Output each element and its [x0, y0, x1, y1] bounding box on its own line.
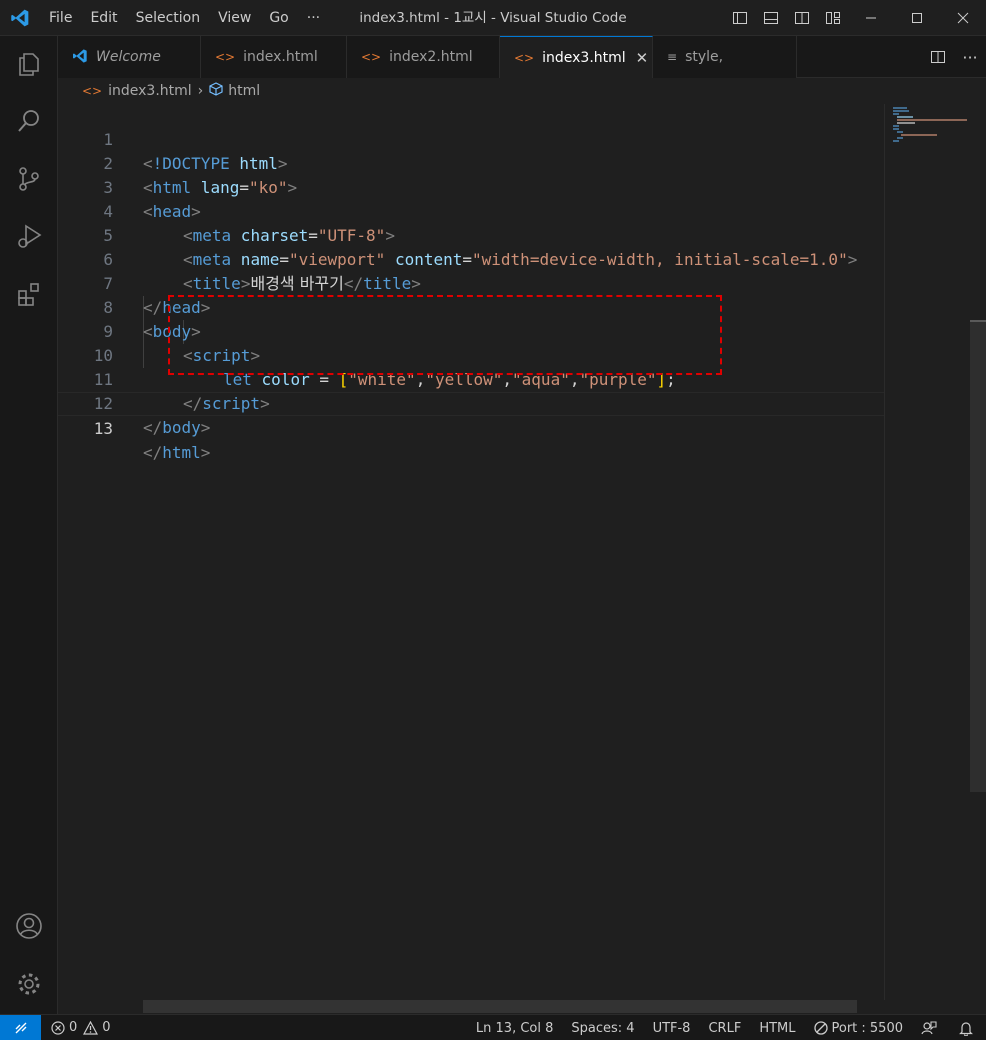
- code-line-4: 4 <meta charset="UTF-8">: [103, 202, 395, 245]
- cursor-position[interactable]: Ln 13, Col 8: [467, 1015, 562, 1040]
- code-line-2: 2 <html lang="ko">: [103, 154, 298, 197]
- live-server-port[interactable]: Port : 5500: [805, 1015, 913, 1040]
- code-editor[interactable]: 1 <!DOCTYPE html> 2 <html lang="ko"> 3 <…: [58, 104, 884, 1000]
- menu-more[interactable]: ···: [298, 0, 329, 36]
- css-file-icon: ≡: [667, 50, 678, 64]
- menu-file[interactable]: File: [40, 0, 81, 36]
- encoding[interactable]: UTF-8: [644, 1015, 700, 1040]
- code-line-7: 7 </head>: [103, 274, 211, 317]
- status-bar: 0 0 Ln 13, Col 8 Spaces: 4 UTF-8 CRLF HT…: [0, 1014, 986, 1040]
- html-file-icon: <>: [82, 84, 103, 98]
- explorer-icon[interactable]: [0, 39, 58, 89]
- tab-index3-html[interactable]: <> index3.html ✕: [500, 36, 653, 78]
- menu-selection[interactable]: Selection: [127, 0, 210, 36]
- tab-label: index2.html: [389, 49, 473, 65]
- code-line-5: 5 <meta name="viewport" content="width=d…: [103, 226, 858, 269]
- breadcrumb-symbol[interactable]: html: [228, 83, 260, 99]
- warning-count: 0: [102, 1020, 111, 1035]
- tab-label: style,: [685, 49, 724, 65]
- tab-index-html[interactable]: <> index.html: [201, 36, 347, 78]
- notifications-bell-icon[interactable]: [950, 1015, 986, 1040]
- circle-slash-icon: [813, 1021, 828, 1035]
- breadcrumb: <> index3.html › html: [58, 79, 884, 103]
- problems-indicator[interactable]: 0 0: [51, 1015, 120, 1040]
- minimize-icon[interactable]: [848, 0, 894, 36]
- tab-label: index.html: [243, 49, 318, 65]
- code-line-13: 13 </html>: [58, 392, 884, 462]
- activity-bar: [0, 36, 58, 1014]
- search-icon[interactable]: [0, 96, 58, 146]
- line-ending[interactable]: CRLF: [699, 1015, 750, 1040]
- vscode-logo-icon: [0, 0, 40, 36]
- close-window-icon[interactable]: [940, 0, 986, 36]
- remote-indicator-icon[interactable]: [0, 1014, 41, 1040]
- indentation[interactable]: Spaces: 4: [562, 1015, 643, 1040]
- horizontal-scrollbar[interactable]: [143, 1000, 857, 1013]
- account-icon[interactable]: [0, 901, 58, 951]
- code-line-1: 1 <!DOCTYPE html>: [103, 130, 288, 173]
- language-mode[interactable]: HTML: [750, 1015, 804, 1040]
- port-label: Port : 5500: [831, 1020, 904, 1036]
- tab-index2-html[interactable]: <> index2.html: [347, 36, 500, 78]
- tab-label: index3.html: [542, 49, 626, 66]
- vscode-logo-icon: [72, 48, 88, 67]
- chevron-right-icon: ›: [197, 83, 204, 99]
- extensions-icon[interactable]: [0, 269, 58, 319]
- menu-go[interactable]: Go: [260, 0, 297, 36]
- html-file-icon: <>: [514, 50, 535, 65]
- close-tab-icon[interactable]: ✕: [636, 49, 649, 67]
- tab-welcome[interactable]: Welcome: [58, 36, 201, 78]
- run-debug-icon[interactable]: [0, 211, 58, 261]
- minimap[interactable]: [884, 104, 970, 1000]
- split-editor-icon[interactable]: [922, 36, 954, 78]
- menu-view[interactable]: View: [209, 0, 260, 36]
- toggle-primary-sidebar-icon[interactable]: [724, 0, 755, 36]
- source-control-icon[interactable]: [0, 154, 58, 204]
- maximize-icon[interactable]: [894, 0, 940, 36]
- title-bar: File Edit Selection View Go ··· index3.h…: [0, 0, 986, 36]
- warning-icon: [83, 1020, 99, 1035]
- error-count: 0: [69, 1020, 78, 1035]
- tab-style-css[interactable]: ≡ style,: [653, 36, 797, 78]
- toggle-panel-icon[interactable]: [755, 0, 786, 36]
- more-actions-icon[interactable]: ···: [954, 36, 986, 78]
- breadcrumb-file[interactable]: index3.html: [108, 83, 192, 99]
- settings-gear-icon[interactable]: [0, 959, 58, 1009]
- html-file-icon: <>: [361, 50, 382, 64]
- menu-bar: File Edit Selection View Go ···: [40, 0, 329, 36]
- symbol-element-icon: [209, 82, 223, 100]
- vertical-scrollbar[interactable]: [970, 104, 986, 1014]
- toggle-secondary-sidebar-icon[interactable]: [786, 0, 817, 36]
- code-line-6: 6 <title>배경색 바꾸기</title>: [103, 250, 421, 293]
- feedback-icon[interactable]: [912, 1015, 950, 1040]
- editor-tab-bar: Welcome <> index.html <> index2.html <> …: [58, 36, 986, 78]
- minimap-preview: [893, 107, 967, 142]
- code-line-3: 3 <head>: [103, 178, 201, 221]
- html-file-icon: <>: [215, 50, 236, 64]
- error-icon: [51, 1020, 65, 1035]
- scrollbar-thumb[interactable]: [970, 322, 986, 792]
- red-dashed-annotation-box: [168, 295, 722, 375]
- menu-edit[interactable]: Edit: [81, 0, 126, 36]
- customize-layout-icon[interactable]: [817, 0, 848, 36]
- code-line-8: 8 <body>: [103, 298, 201, 341]
- tab-label: Welcome: [96, 49, 161, 65]
